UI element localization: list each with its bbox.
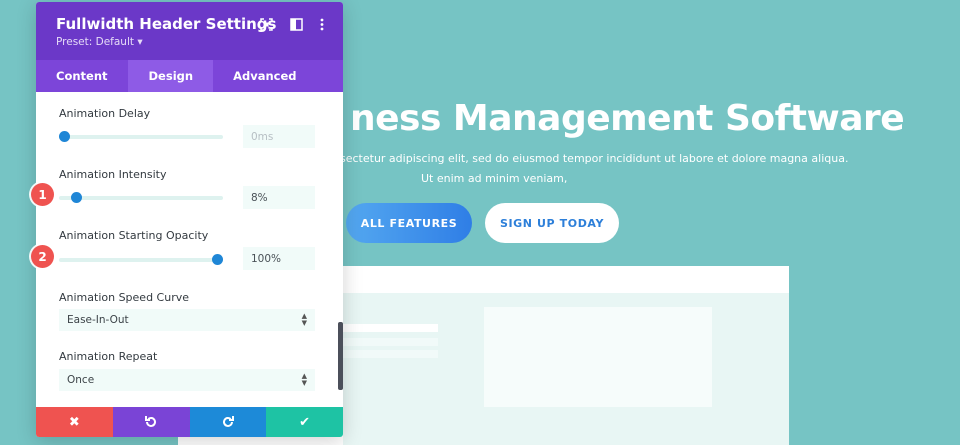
check-icon: ✔ bbox=[299, 414, 311, 429]
mockup-line bbox=[343, 324, 438, 332]
callout-badge-2: 2 bbox=[31, 245, 54, 268]
animation-speed-curve-select[interactable]: Ease-In-Out ▲ ▼ bbox=[59, 309, 315, 331]
panel-body: Animation Delay 0ms Animation Intensity … bbox=[36, 92, 343, 407]
save-button[interactable]: ✔ bbox=[266, 407, 343, 437]
animation-delay-label: Animation Delay bbox=[59, 107, 151, 120]
fullscreen-icon[interactable] bbox=[258, 16, 274, 32]
animation-intensity-label: Animation Intensity bbox=[59, 168, 167, 181]
callout-badge-1: 1 bbox=[31, 183, 54, 206]
undo-button[interactable] bbox=[112, 407, 190, 437]
hero-subtitle-line1: sectetur adipiscing elit, sed do eiusmod… bbox=[340, 152, 849, 165]
tab-design[interactable]: Design bbox=[127, 60, 214, 92]
animation-repeat-label: Animation Repeat bbox=[59, 350, 158, 363]
mockup-box bbox=[484, 307, 712, 407]
undo-icon bbox=[145, 416, 157, 427]
sign-up-today-button[interactable]: SIGN UP TODAY bbox=[485, 203, 619, 243]
panel-tabs: Content Design Advanced bbox=[36, 60, 343, 92]
animation-starting-opacity-label: Animation Starting Opacity bbox=[59, 229, 209, 242]
mockup-line bbox=[343, 338, 438, 346]
slider-handle[interactable] bbox=[59, 131, 70, 142]
more-options-icon[interactable] bbox=[314, 16, 330, 32]
slider-handle[interactable] bbox=[212, 254, 223, 265]
animation-repeat-select[interactable]: Once ▲ ▼ bbox=[59, 369, 315, 391]
animation-delay-slider[interactable] bbox=[59, 131, 223, 142]
all-features-button[interactable]: ALL FEATURES bbox=[346, 203, 472, 243]
animation-intensity-input[interactable]: 8% bbox=[243, 186, 315, 209]
hero-title: ness Management Software bbox=[350, 98, 905, 139]
animation-starting-opacity-slider[interactable] bbox=[59, 254, 223, 265]
animation-intensity-slider[interactable] bbox=[59, 192, 223, 203]
preset-dropdown[interactable]: Preset: Default ▾ bbox=[56, 36, 143, 48]
cancel-button[interactable]: ✖ bbox=[36, 407, 113, 437]
animation-starting-opacity-input[interactable]: 100% bbox=[243, 247, 315, 270]
sidebar-layout-icon[interactable] bbox=[288, 16, 304, 32]
redo-button[interactable] bbox=[189, 407, 267, 437]
redo-icon bbox=[222, 416, 234, 427]
animation-speed-curve-label: Animation Speed Curve bbox=[59, 291, 190, 304]
tab-content[interactable]: Content bbox=[36, 60, 128, 92]
tab-advanced[interactable]: Advanced bbox=[213, 60, 316, 92]
panel-header: Fullwidth Header Settings Preset: Defaul… bbox=[36, 2, 343, 60]
mockup-line bbox=[343, 350, 438, 358]
panel-scrollbar[interactable] bbox=[338, 322, 343, 390]
select-arrows-icon: ▲ ▼ bbox=[301, 312, 307, 327]
panel-title: Fullwidth Header Settings bbox=[56, 15, 277, 33]
select-value: Ease-In-Out bbox=[67, 314, 129, 326]
panel-footer: ✖ ✔ bbox=[36, 407, 343, 437]
hero-subtitle-line2: Ut enim ad minim veniam, bbox=[421, 172, 568, 185]
animation-delay-input[interactable]: 0ms bbox=[243, 125, 315, 148]
select-value: Once bbox=[67, 374, 95, 386]
close-icon: ✖ bbox=[68, 414, 80, 429]
settings-panel: Fullwidth Header Settings Preset: Defaul… bbox=[36, 2, 343, 437]
slider-handle[interactable] bbox=[71, 192, 83, 203]
select-arrows-icon: ▲ ▼ bbox=[301, 372, 307, 387]
